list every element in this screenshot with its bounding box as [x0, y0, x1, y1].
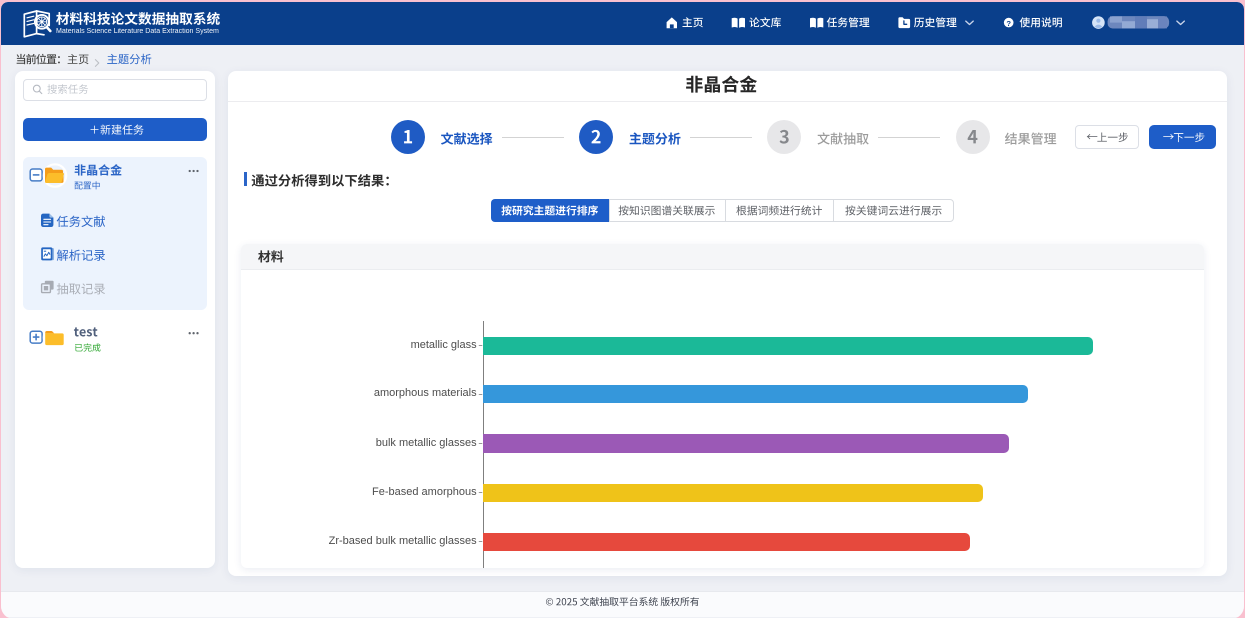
svg-text:?: ? [1006, 19, 1011, 28]
